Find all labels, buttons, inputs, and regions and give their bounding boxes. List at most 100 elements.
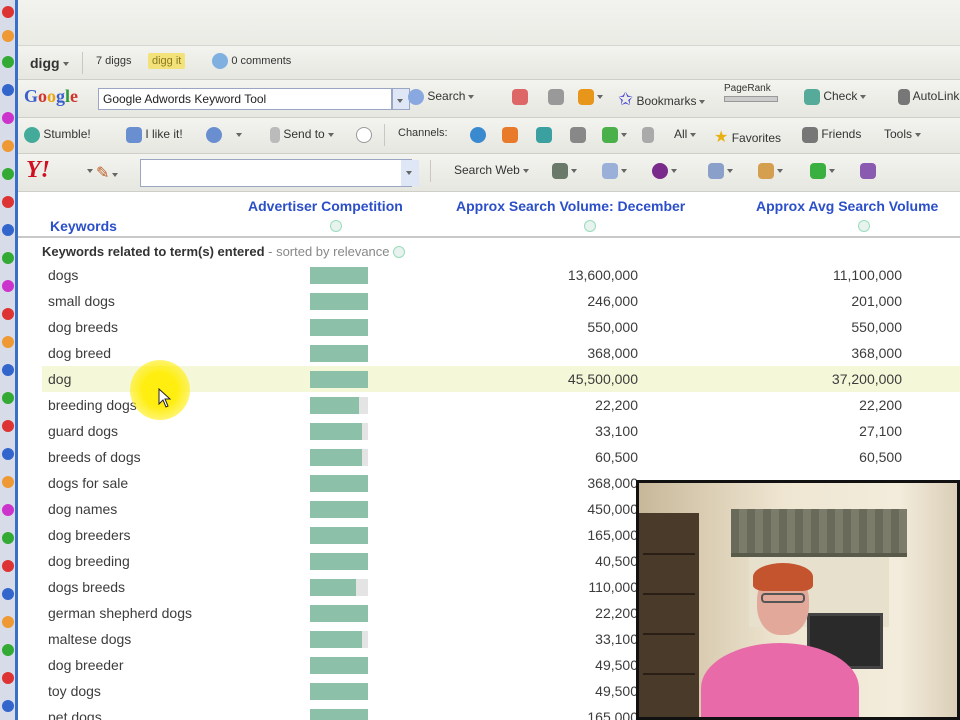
yahoo-mail-button[interactable] [652, 163, 677, 179]
dislike-button[interactable] [206, 127, 242, 143]
like-button[interactable]: I like it! [126, 127, 183, 143]
keyword-cell[interactable]: guard dogs [48, 423, 118, 439]
launcher-icon[interactable] [2, 700, 14, 712]
launcher-icon[interactable] [2, 252, 14, 264]
review-button[interactable] [356, 127, 372, 143]
launcher-icon[interactable] [2, 280, 14, 292]
help-icon[interactable] [393, 246, 406, 258]
launcher-icon[interactable] [2, 644, 14, 656]
keyword-cell[interactable]: dog [48, 371, 71, 387]
antispy-button[interactable] [552, 163, 577, 179]
messenger-button[interactable] [810, 163, 835, 179]
bookmarks-button[interactable]: ✩ Bookmarks [618, 89, 706, 110]
pencil-button[interactable]: ✎ [96, 163, 119, 183]
channel-globe-button[interactable] [470, 127, 486, 143]
launcher-icon[interactable] [2, 140, 14, 152]
launcher-icon[interactable] [2, 168, 14, 180]
launcher-icon[interactable] [2, 196, 14, 208]
yahoo-menu-dropdown[interactable] [84, 163, 93, 177]
send-to-button[interactable]: Send to [270, 127, 334, 143]
launcher-icon[interactable] [2, 112, 14, 124]
autolink-button[interactable]: AutoLink [898, 89, 959, 105]
popup-blocker-button[interactable] [602, 163, 627, 179]
google-logo[interactable]: Google [24, 86, 78, 107]
launcher-icon[interactable] [2, 532, 14, 544]
launcher-icon[interactable] [2, 588, 14, 600]
table-row[interactable]: dogs 13,600,000 11,100,000 [42, 262, 960, 288]
yahoo-search-history-dropdown[interactable] [401, 160, 419, 186]
news-button[interactable] [512, 89, 528, 105]
keyword-cell[interactable]: maltese dogs [48, 631, 131, 647]
launcher-icon[interactable] [2, 308, 14, 320]
check-button[interactable]: Check [804, 89, 867, 105]
keyword-cell[interactable]: breeding dogs [48, 397, 137, 413]
column-header-avg-volume[interactable]: Approx Avg Search Volume [756, 198, 938, 214]
table-row[interactable]: guard dogs 33,100 27,100 [42, 418, 960, 444]
launcher-icon[interactable] [2, 476, 14, 488]
channel-people-button[interactable] [502, 127, 518, 143]
all-channels-dropdown[interactable]: All [674, 127, 697, 141]
launcher-icon[interactable] [2, 336, 14, 348]
google-search-button[interactable]: Search [408, 89, 475, 105]
friends-button[interactable]: Friends [802, 127, 861, 143]
keyword-cell[interactable]: dog breeders [48, 527, 131, 543]
shopping-button[interactable] [758, 163, 783, 179]
yahoo-search-input[interactable] [140, 159, 412, 187]
help-icon[interactable] [584, 220, 596, 232]
table-row[interactable]: small dogs 246,000 201,000 [42, 288, 960, 314]
keyword-cell[interactable]: dog breeds [48, 319, 118, 335]
launcher-icon[interactable] [2, 616, 14, 628]
launcher-icon[interactable] [2, 420, 14, 432]
launcher-icon[interactable] [2, 84, 14, 96]
channel-mail-button[interactable] [602, 127, 627, 143]
comments-link[interactable]: 0 comments [212, 53, 291, 69]
keyword-cell[interactable]: dog breed [48, 345, 111, 361]
launcher-icon[interactable] [2, 30, 14, 42]
keyword-cell[interactable]: breeds of dogs [48, 449, 141, 465]
launcher-icon[interactable] [2, 6, 14, 18]
keyword-cell[interactable]: toy dogs [48, 683, 101, 699]
keyword-cell[interactable]: dogs [48, 267, 78, 283]
column-header-keywords[interactable]: Keywords [50, 218, 117, 234]
channel-photo-button[interactable] [536, 127, 552, 143]
launcher-icon[interactable] [2, 56, 14, 68]
highlight-button[interactable] [548, 89, 564, 105]
keyword-cell[interactable]: dog names [48, 501, 117, 517]
launcher-icon[interactable] [2, 392, 14, 404]
search-web-button[interactable]: Search Web [454, 163, 529, 177]
pagerank-indicator[interactable]: PageRank [724, 83, 778, 105]
tools-menu[interactable]: Tools [884, 127, 922, 141]
keyword-cell[interactable]: dogs breeds [48, 579, 125, 595]
table-row[interactable]: dog breed 368,000 368,000 [42, 340, 960, 366]
blogger-button[interactable] [578, 89, 603, 105]
launcher-icon[interactable] [2, 364, 14, 376]
more-button[interactable] [860, 163, 876, 179]
keyword-cell[interactable]: dog breeding [48, 553, 130, 569]
favorites-button[interactable]: ★ Favorites [714, 127, 781, 147]
channel-video-button[interactable] [570, 127, 586, 143]
launcher-icon[interactable] [2, 504, 14, 516]
launcher-icon[interactable] [2, 672, 14, 684]
chevron-down-icon [727, 169, 733, 173]
help-icon[interactable] [858, 220, 870, 232]
digg-it-button[interactable]: digg it [148, 53, 186, 69]
keyword-cell[interactable]: small dogs [48, 293, 115, 309]
google-search-input[interactable]: Google Adwords Keyword Tool [98, 88, 392, 110]
column-header-volume-december[interactable]: Approx Search Volume: December [456, 198, 685, 214]
launcher-icon[interactable] [2, 560, 14, 572]
bookmarks-button[interactable] [708, 163, 733, 179]
yahoo-logo[interactable]: Y! [26, 157, 50, 184]
launcher-icon[interactable] [2, 448, 14, 460]
column-header-competition[interactable]: Advertiser Competition [248, 198, 403, 214]
keyword-cell[interactable]: dog breeder [48, 657, 124, 673]
keyword-cell[interactable]: pet dogs [48, 709, 102, 720]
table-row[interactable]: breeds of dogs 60,500 60,500 [42, 444, 960, 470]
launcher-icon[interactable] [2, 224, 14, 236]
digg-logo[interactable]: digg [30, 55, 69, 71]
keyword-cell[interactable]: dogs for sale [48, 475, 128, 491]
help-icon[interactable] [330, 220, 342, 232]
stumble-button[interactable]: Stumble! [24, 127, 91, 143]
table-row[interactable]: dog breeds 550,000 550,000 [42, 314, 960, 340]
keyword-cell[interactable]: german shepherd dogs [48, 605, 192, 621]
channel-tag-button[interactable] [642, 127, 654, 143]
